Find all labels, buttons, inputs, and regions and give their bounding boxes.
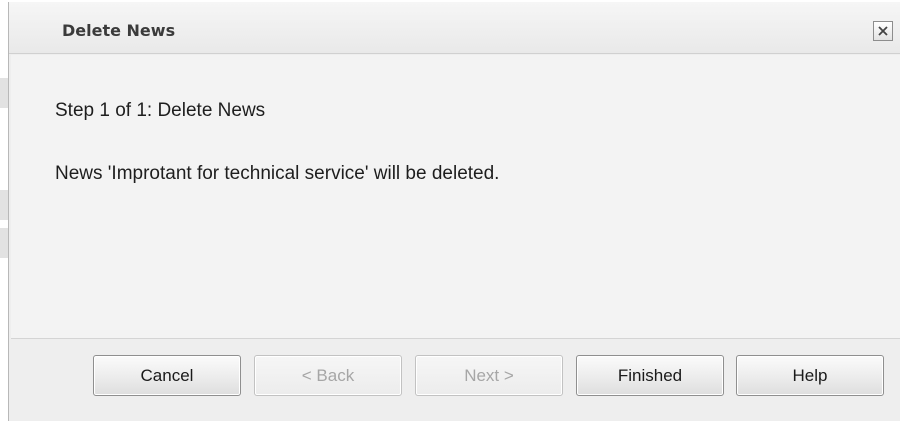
screen: Delete News Step 1 of 1: Delete News New… [0,0,900,421]
dialog-title: Delete News [62,21,176,40]
next-button[interactable]: Next > [415,355,563,396]
step-indicator: Step 1 of 1: Delete News [55,100,266,121]
cancel-button[interactable]: Cancel [93,355,241,396]
dialog-button-bar: Cancel < Back Next > Finished Help [9,340,900,421]
back-button[interactable]: < Back [254,355,402,396]
delete-news-dialog: Delete News Step 1 of 1: Delete News New… [8,2,900,421]
help-button[interactable]: Help [736,355,884,396]
finished-button[interactable]: Finished [576,355,724,396]
dialog-titlebar[interactable]: Delete News [9,2,900,54]
background-strip [0,190,8,220]
dialog-content: Step 1 of 1: Delete News News 'Improtant… [11,55,900,339]
background-strip [0,228,8,258]
close-button[interactable] [873,21,893,41]
delete-confirmation-message: News 'Improtant for technical service' w… [55,163,500,184]
background-strip [0,78,8,108]
close-icon [877,25,889,37]
